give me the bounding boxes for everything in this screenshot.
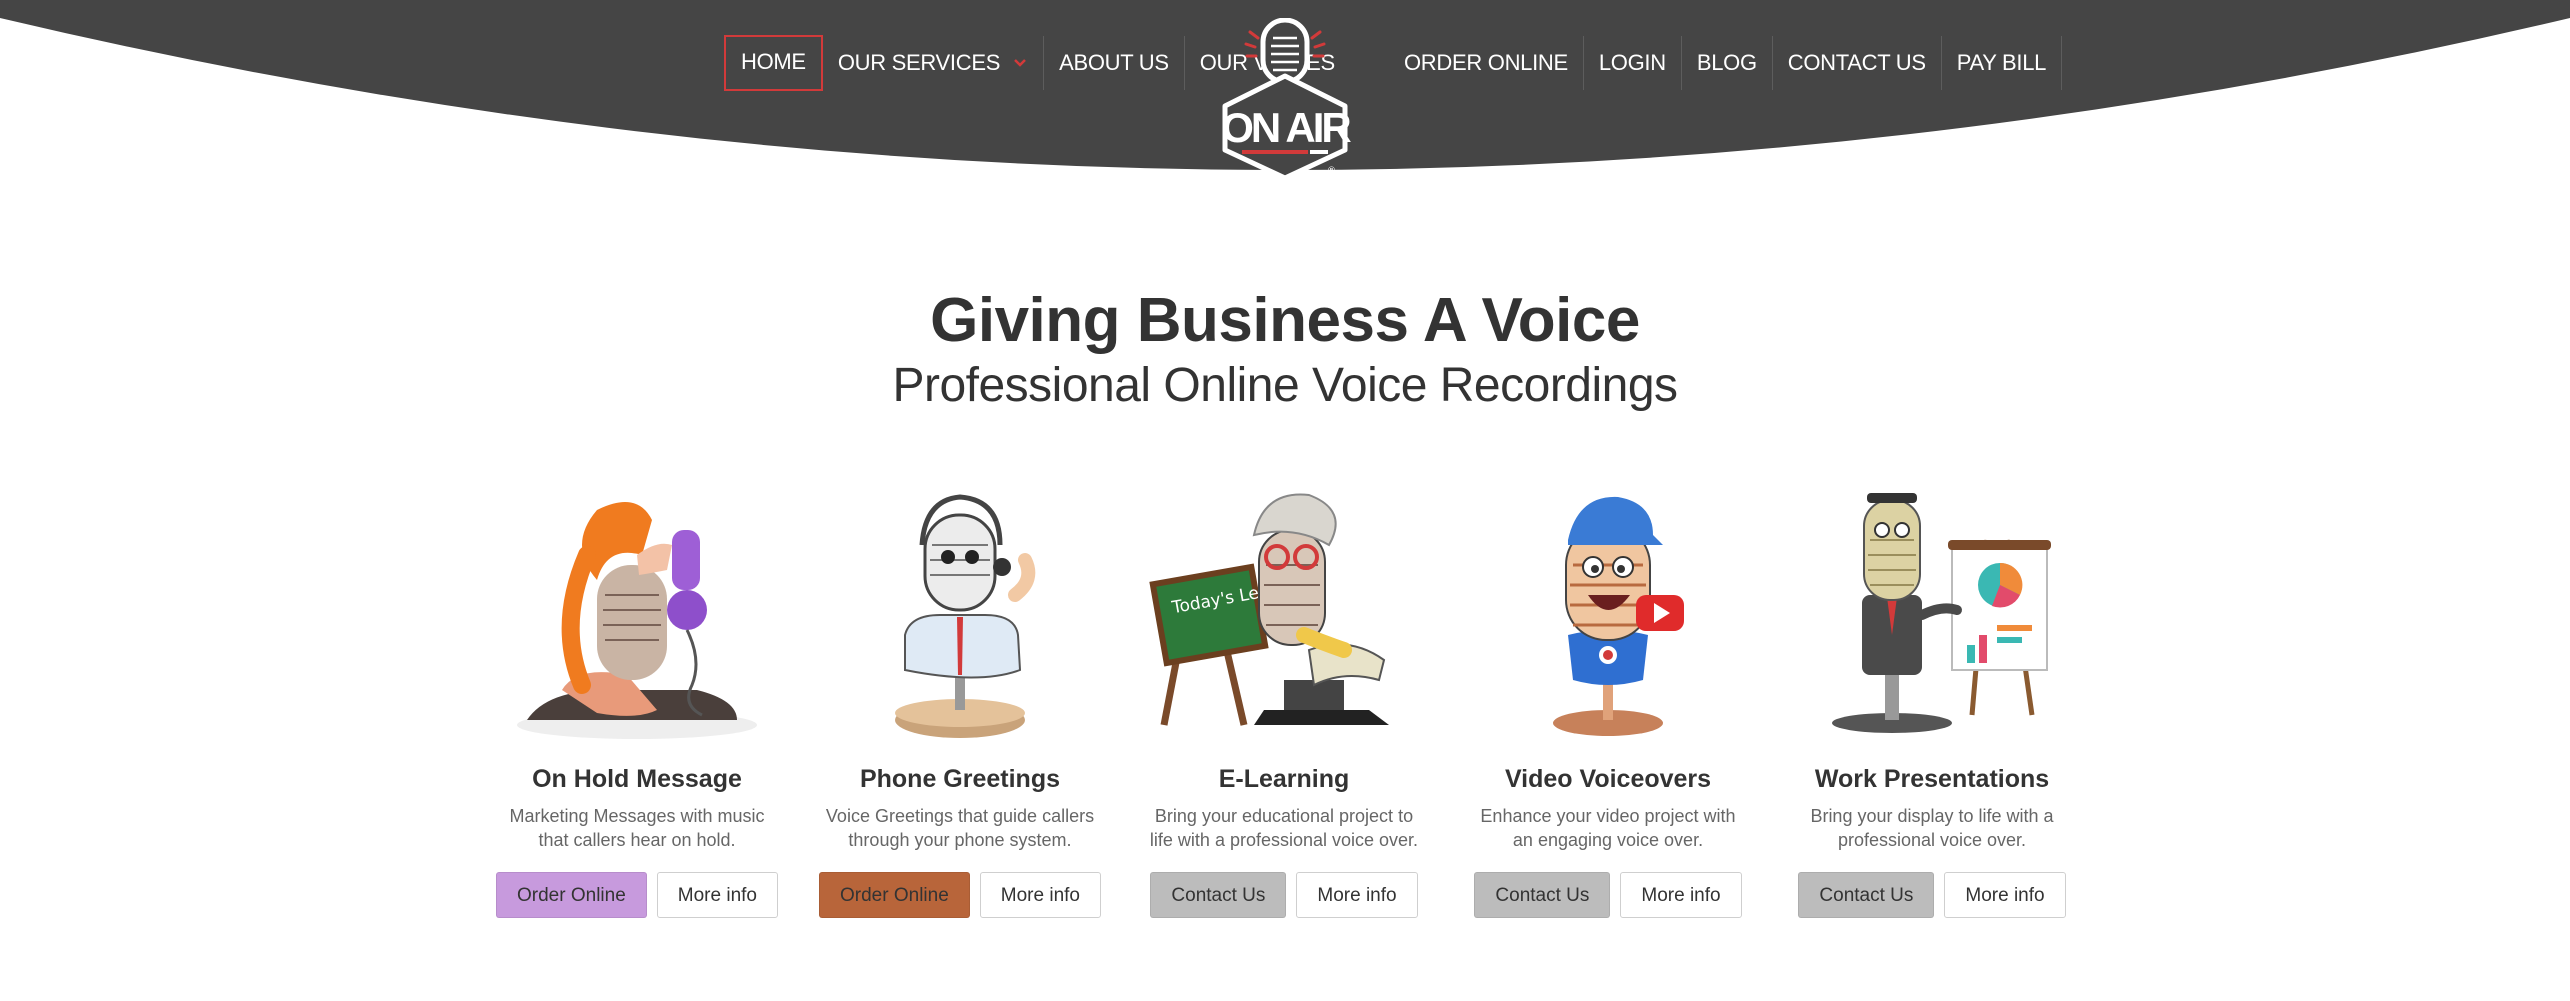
hero-title: Giving Business A Voice xyxy=(930,286,1640,355)
nav-pay-bill-label: PAY BILL xyxy=(1956,50,2047,75)
service-card-video-voiceovers: Video Voiceovers Enhance your video proj… xyxy=(1458,485,1758,918)
service-title: E-Learning xyxy=(1218,765,1350,793)
service-description: Voice Greetings that guide callers throu… xyxy=(825,806,1095,850)
presentation-microphone-illustration xyxy=(1832,493,2051,733)
teacher-chalkboard-illustration: Today's Lesson xyxy=(1149,493,1389,726)
svg-text:®: ® xyxy=(1327,166,1336,176)
woman-on-phone-illustration xyxy=(517,502,757,739)
nav-our-services[interactable]: OUR SERVICES xyxy=(823,36,1045,90)
more-info-button[interactable]: More info xyxy=(1296,872,1418,918)
service-title: On Hold Message xyxy=(532,765,742,793)
nav-home[interactable]: HOME xyxy=(724,35,823,91)
service-description: Enhance your video project with an engag… xyxy=(1480,806,1736,850)
logo-text: ON AIR xyxy=(1221,104,1351,151)
service-description: Bring your display to life with a profes… xyxy=(1810,806,2054,850)
on-air-logo[interactable]: ON AIR ® xyxy=(1210,18,1360,178)
service-title: Phone Greetings xyxy=(859,765,1061,793)
nav-order-online[interactable]: ORDER ONLINE xyxy=(1389,36,1584,90)
contact-us-button[interactable]: Contact Us xyxy=(1150,872,1287,918)
service-card-on-hold: On Hold Message Marketing Messages with … xyxy=(487,485,787,918)
more-info-button[interactable]: More info xyxy=(979,872,1101,918)
chevron-down-icon xyxy=(1014,59,1026,67)
service-description: Marketing Messages with music that calle… xyxy=(509,806,765,850)
service-title: Work Presentations xyxy=(1814,765,2050,793)
video-microphone-illustration xyxy=(1553,496,1684,736)
more-info-button[interactable]: More info xyxy=(1620,872,1742,918)
nav-order-online-label: ORDER ONLINE xyxy=(1404,50,1568,75)
contact-us-button[interactable]: Contact Us xyxy=(1798,872,1935,918)
headset-microphone-illustration xyxy=(895,494,1036,738)
service-title: Video Voiceovers xyxy=(1504,765,1712,793)
service-card-e-learning: Today's Lesson E-Learning Bring your edu… xyxy=(1134,485,1434,918)
contact-us-button[interactable]: Contact Us xyxy=(1474,872,1611,918)
nav-login-label: LOGIN xyxy=(1598,50,1666,75)
nav-about-us-label: ABOUT US xyxy=(1059,50,1169,75)
nav-blog[interactable]: BLOG xyxy=(1682,36,1773,90)
hero-subtitle: Professional Online Voice Recordings xyxy=(892,359,1678,412)
service-description: Bring your educational project to life w… xyxy=(1149,806,1419,850)
nav-contact-us[interactable]: CONTACT US xyxy=(1773,36,1942,90)
nav-contact-us-label: CONTACT US xyxy=(1787,50,1926,75)
order-online-button[interactable]: Order Online xyxy=(496,872,647,918)
more-info-button[interactable]: More info xyxy=(656,872,778,918)
service-card-work-presentations: Work Presentations Bring your display to… xyxy=(1782,485,2082,918)
order-online-button[interactable]: Order Online xyxy=(819,872,970,918)
nav-our-services-label: OUR SERVICES xyxy=(837,50,1001,75)
nav-about-us[interactable]: ABOUT US xyxy=(1044,36,1185,90)
nav-home-label: HOME xyxy=(741,49,806,74)
more-info-button[interactable]: More info xyxy=(1944,872,2066,918)
nav-login[interactable]: LOGIN xyxy=(1584,36,1682,90)
service-card-phone-greetings: Phone Greetings Voice Greetings that gui… xyxy=(810,485,1110,918)
nav-blog-label: BLOG xyxy=(1696,50,1757,75)
nav-pay-bill[interactable]: PAY BILL xyxy=(1942,36,2063,90)
main-nav-right: ORDER ONLINE LOGIN BLOG CONTACT US PAY B… xyxy=(1389,36,2063,90)
